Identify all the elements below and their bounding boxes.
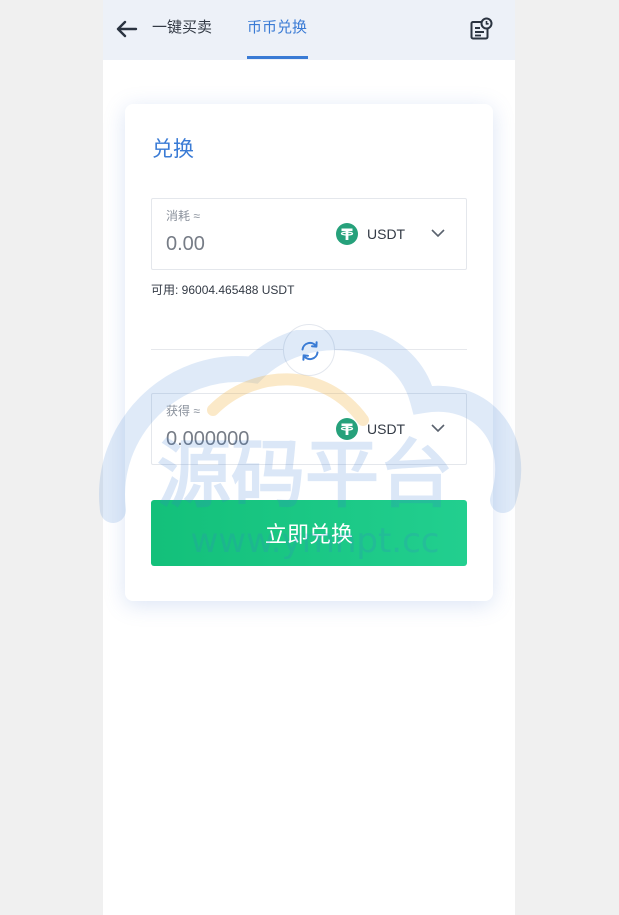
back-arrow-icon[interactable]	[115, 17, 139, 41]
chevron-down-icon	[431, 229, 445, 238]
chevron-down-icon	[431, 424, 445, 433]
get-label: 获得 ≈	[166, 404, 200, 418]
pay-amount-input[interactable]	[166, 233, 326, 256]
get-input-box: 获得 ≈ USDT	[151, 393, 467, 465]
pay-coin-name: USDT	[367, 226, 406, 242]
exchange-now-button[interactable]: 立即兑换	[151, 500, 467, 566]
active-tab-indicator	[247, 56, 308, 59]
refresh-swap-icon	[301, 341, 319, 361]
swap-direction-button[interactable]	[283, 324, 335, 376]
tether-icon	[336, 223, 358, 245]
tab-quick-trade[interactable]: 一键买卖	[152, 18, 212, 38]
available-balance: 可用: 96004.465488 USDT	[151, 283, 295, 297]
history-record-icon[interactable]	[469, 17, 493, 41]
top-nav-bar: 一键买卖 币币兑换	[103, 0, 515, 60]
exchange-card: 兑换 消耗 ≈ USDT 可用: 96004.465488 USDT	[125, 104, 493, 601]
get-coin-select[interactable]: USDT	[336, 418, 456, 442]
pay-label: 消耗 ≈	[166, 209, 200, 223]
pay-input-box: 消耗 ≈ USDT	[151, 198, 467, 270]
get-coin-name: USDT	[367, 421, 406, 437]
get-amount-output	[166, 428, 326, 451]
tether-icon	[336, 418, 358, 440]
app-container: 一键买卖 币币兑换 兑换 消耗 ≈ 0.00 USDT 可用: 96004.46…	[99, 0, 522, 915]
tab-coin-exchange[interactable]: 币币兑换	[247, 18, 307, 38]
card-title: 兑换	[152, 138, 194, 161]
pay-coin-select[interactable]: USDT	[336, 223, 456, 247]
